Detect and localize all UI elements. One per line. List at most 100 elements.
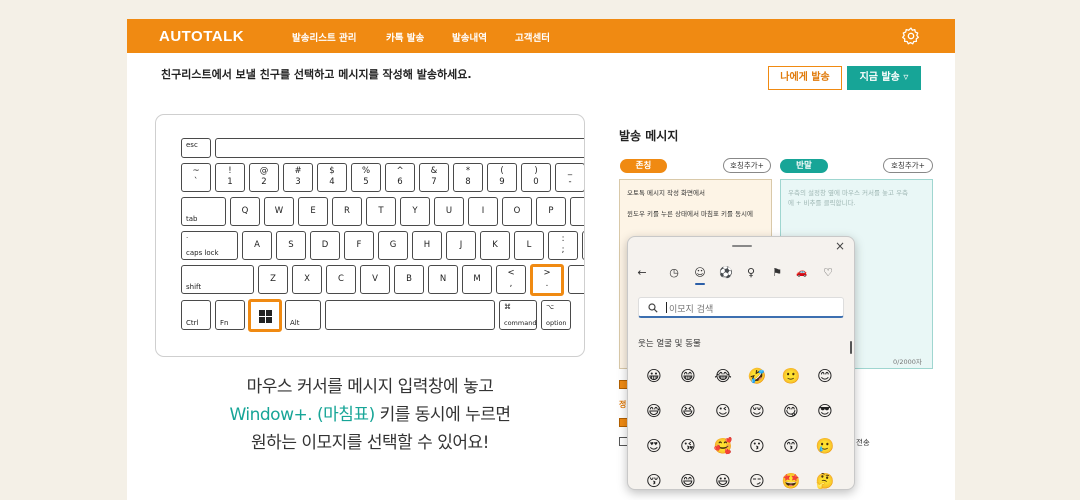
emoji-item[interactable]: 😌	[746, 400, 768, 422]
text-cursor	[666, 302, 667, 313]
people-category-icon[interactable]: ♀	[743, 265, 759, 281]
key-i: I	[468, 197, 498, 226]
emoji-item[interactable]: 🙂	[780, 365, 802, 387]
caption-line-1: 마우스 커서를 메시지 입력창에 놓고	[246, 377, 494, 397]
key-backtick: ~ `	[181, 163, 211, 192]
key-space	[325, 300, 495, 330]
close-icon[interactable]: ×	[835, 239, 845, 253]
autotalk-logo[interactable]: AUTOTALK	[159, 28, 244, 45]
emoji-picker-panel[interactable]: × ← ◷ ☺ ⚽ ♀ ⚑ 🚗 ♡ 이모지 검색 웃는 얼굴 및 동물 😀 😁 …	[627, 236, 855, 490]
key-period-highlighted: > .	[530, 264, 564, 296]
key-y: Y	[400, 197, 430, 226]
key-4: $ 4	[317, 163, 347, 192]
key-b: B	[394, 265, 424, 294]
key-j: J	[446, 231, 476, 260]
key-esc: esc	[181, 138, 211, 158]
emoji-item[interactable]: 😘	[677, 435, 699, 457]
nav-send-list[interactable]: 발송리스트 관리	[292, 30, 357, 44]
emoji-item[interactable]: 🥰	[712, 435, 734, 457]
key-h: H	[412, 231, 442, 260]
key-option: ⌥ option	[541, 300, 571, 330]
key-s: S	[276, 231, 306, 260]
drag-handle[interactable]	[732, 245, 752, 247]
flag-category-icon[interactable]: ⚑	[769, 265, 785, 281]
emoji-item[interactable]: 😍	[643, 435, 665, 457]
key-k: K	[480, 231, 510, 260]
key-e: E	[298, 197, 328, 226]
key-5: % 5	[351, 163, 381, 192]
key-1: ! 1	[215, 163, 245, 192]
key-u: U	[434, 197, 464, 226]
emoji-item[interactable]: 😗	[746, 435, 768, 457]
emoji-item[interactable]: 😂	[712, 365, 734, 387]
nav-history[interactable]: 발송내역	[452, 30, 487, 44]
emoji-item[interactable]: 😙	[780, 435, 802, 457]
key-bracket	[570, 197, 584, 226]
emoji-item[interactable]: 😆	[677, 400, 699, 422]
key-w: W	[264, 197, 294, 226]
emoji-item[interactable]: 🤩	[780, 470, 802, 489]
key-m: M	[462, 265, 492, 294]
emoji-item[interactable]: 😉	[712, 400, 734, 422]
key-g: G	[378, 231, 408, 260]
send-now-button[interactable]: 지금 발송 ▿	[847, 66, 921, 90]
emoji-item[interactable]: 😊	[814, 365, 836, 387]
emoji-item[interactable]: 😋	[780, 400, 802, 422]
emoji-item[interactable]: 😁	[677, 365, 699, 387]
key-comma: < ,	[496, 265, 526, 294]
send-to-self-button[interactable]: 나에게 발송	[768, 66, 842, 90]
emoji-item[interactable]: 😏	[746, 470, 768, 489]
nav-kakao-send[interactable]: 카톡 발송	[386, 30, 424, 44]
emoji-search-input[interactable]: 이모지 검색	[638, 297, 844, 318]
key-minus: _ -	[555, 163, 584, 192]
key-6: ^ 6	[385, 163, 415, 192]
key-alt: Alt	[285, 300, 321, 330]
instruction-text: 친구리스트에서 보낼 친구를 선택하고 메시지를 작성해 발송하세요.	[161, 68, 472, 81]
casual-placeholder-line-2: 에 + 비추를 클릭합니다.	[788, 199, 856, 207]
formal-badge[interactable]: 존칭	[620, 159, 667, 173]
key-o: O	[502, 197, 532, 226]
key-0: ) 0	[521, 163, 551, 192]
recent-clock-icon[interactable]: ◷	[666, 265, 682, 281]
caption-line-3: 원하는 이모지를 선택할 수 있어요!	[251, 433, 489, 453]
back-arrow-icon[interactable]: ←	[634, 265, 650, 281]
key-8: * 8	[453, 163, 483, 192]
caption-line-2: Window+. (마침표) 키를 동시에 누르면	[155, 400, 585, 425]
emoji-item[interactable]: 🤔	[814, 470, 836, 489]
key-v: V	[360, 265, 390, 294]
smiley-category-icon[interactable]: ☺	[692, 265, 708, 281]
emoji-scrollbar[interactable]	[850, 341, 852, 354]
key-function-row	[215, 138, 584, 158]
gear-icon[interactable]	[901, 26, 921, 46]
heart-category-icon[interactable]: ♡	[820, 265, 836, 281]
emoji-item[interactable]: 😀	[643, 365, 665, 387]
emoji-item[interactable]: 🤣	[746, 365, 768, 387]
casual-placeholder-line-1: 우측의 설정창 옆에 마우스 커서를 놓고 우측	[788, 189, 909, 197]
key-caps-lock: · caps lock	[181, 231, 238, 260]
emoji-item[interactable]: 😚	[643, 470, 665, 489]
add-title-casual-button[interactable]: 호칭추가+	[883, 158, 933, 173]
emoji-item[interactable]: 🥲	[814, 435, 836, 457]
key-q: Q	[230, 197, 260, 226]
emoji-item[interactable]: 😅	[643, 400, 665, 422]
key-3: # 3	[283, 163, 313, 192]
key-windows-highlighted	[248, 299, 282, 332]
emoji-item[interactable]: 😄	[677, 470, 699, 489]
emoji-item[interactable]: 😎	[814, 400, 836, 422]
emoji-item[interactable]: 😃	[712, 470, 734, 489]
windows-logo-icon	[259, 310, 272, 323]
casual-badge[interactable]: 반말	[780, 159, 828, 173]
formal-text-line-2: 윈도우 키를 누른 상태에서 마침표 키를 동시에	[627, 210, 754, 218]
key-2: @ 2	[249, 163, 279, 192]
nav-support[interactable]: 고객센터	[515, 30, 550, 44]
add-title-formal-button[interactable]: 호칭추가+	[723, 158, 771, 173]
option-label-partial: 정	[619, 400, 627, 409]
option-label-send: 전송	[856, 438, 870, 447]
activity-category-icon[interactable]: ⚽	[718, 265, 734, 281]
search-icon	[648, 303, 658, 313]
key-n: N	[428, 265, 458, 294]
travel-category-icon[interactable]: 🚗	[794, 265, 810, 281]
key-x: X	[292, 265, 322, 294]
key-a: A	[242, 231, 272, 260]
emoji-section-label: 웃는 얼굴 및 동물	[638, 339, 701, 349]
